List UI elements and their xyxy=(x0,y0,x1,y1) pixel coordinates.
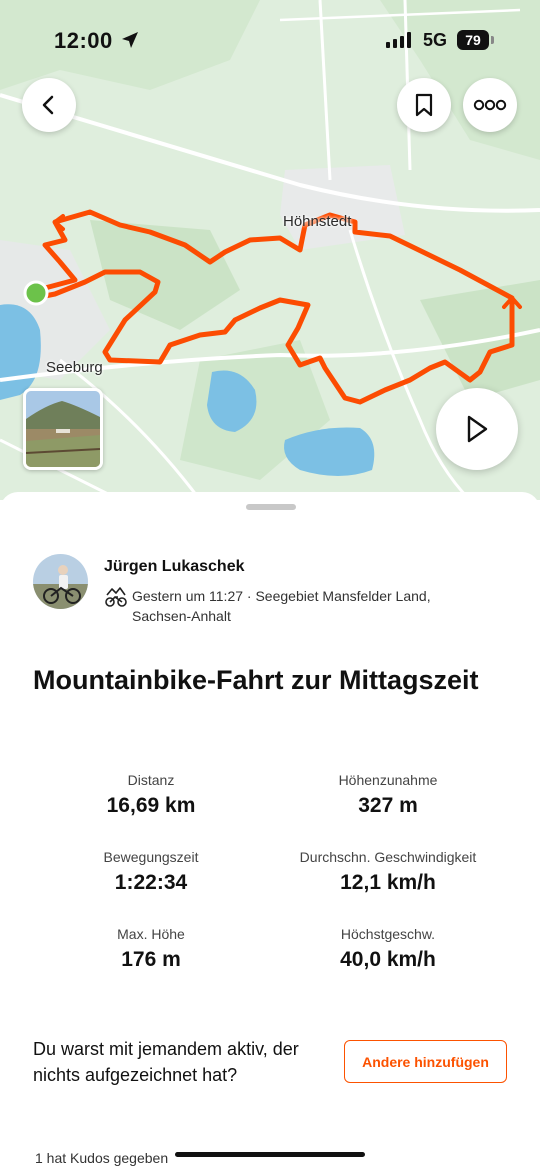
activity-meta: Gestern um 11:27 · Seegebiet Mansfelder … xyxy=(132,588,431,624)
save-route-button[interactable] xyxy=(397,78,451,132)
stat-max-speed: Höchstgeschw. 40,0 km/h xyxy=(268,926,508,972)
stat-moving-time: Bewegungszeit 1:22:34 xyxy=(31,849,271,895)
bookmark-icon xyxy=(415,93,433,117)
activity-title: Mountainbike-Fahrt zur Mittagszeit xyxy=(33,665,479,695)
status-bar: 12:00 5G 79 xyxy=(0,0,540,80)
flyover-play-button[interactable] xyxy=(436,388,518,470)
chevron-left-icon xyxy=(42,95,54,115)
athlete-name[interactable]: Jürgen Lukaschek xyxy=(104,558,245,576)
stat-max-elevation: Max. Höhe 176 m xyxy=(31,926,271,972)
activity-sheet: Jürgen Lukaschek Gestern um 11:27 · Seeg… xyxy=(0,492,540,1170)
activity-photo-thumbnail[interactable] xyxy=(23,388,103,470)
mountain-bike-icon xyxy=(105,587,127,607)
back-button[interactable] xyxy=(22,78,76,132)
place-label-seeburg: Seeburg xyxy=(46,359,103,376)
avatar-photo xyxy=(33,554,88,609)
stat-label: Max. Höhe xyxy=(117,926,185,942)
sheet-grabber[interactable] xyxy=(246,504,296,510)
more-horizontal-icon xyxy=(473,99,507,111)
battery-cap xyxy=(491,36,494,44)
landscape-photo xyxy=(26,391,100,467)
add-others-button[interactable]: Andere hinzufügen xyxy=(344,1040,507,1083)
stat-distance: Distanz 16,69 km xyxy=(31,772,271,818)
network-type: 5G xyxy=(423,30,448,50)
location-arrow-icon xyxy=(122,32,138,48)
stat-label: Bewegungszeit xyxy=(103,849,199,865)
play-icon xyxy=(467,415,488,443)
stat-value: 176 m xyxy=(121,948,181,971)
battery-icon: 79 xyxy=(457,30,489,50)
stat-value: 16,69 km xyxy=(106,794,196,817)
stat-label: Höhenzunahme xyxy=(338,772,438,788)
stat-value: 40,0 km/h xyxy=(340,948,436,971)
stat-label: Durchschn. Geschwindigkeit xyxy=(299,849,477,865)
stat-label: Höchstgeschw. xyxy=(340,926,436,942)
stat-avg-speed: Durchschn. Geschwindigkeit 12,1 km/h xyxy=(268,849,508,895)
cellular-signal-icon xyxy=(386,32,411,48)
status-time: 12:00 xyxy=(54,28,113,53)
more-options-button[interactable] xyxy=(463,78,517,132)
kudos-count[interactable]: 1 hat Kudos gegeben xyxy=(35,1150,168,1166)
stat-value: 1:22:34 xyxy=(114,871,188,894)
home-indicator xyxy=(175,1152,365,1157)
stat-label: Distanz xyxy=(127,772,175,788)
stat-value: 12,1 km/h xyxy=(340,871,436,894)
place-label-hoehnstedt: Höhnstedt xyxy=(283,213,352,230)
lake-seeburg xyxy=(0,304,41,400)
start-marker xyxy=(23,280,49,306)
stat-value: 327 m xyxy=(358,794,418,817)
avatar[interactable] xyxy=(33,554,88,609)
stat-elevation-gain: Höhenzunahme 327 m xyxy=(268,772,508,818)
partner-question: Du warst mit jemandem aktiv, der nichts … xyxy=(33,1039,299,1085)
